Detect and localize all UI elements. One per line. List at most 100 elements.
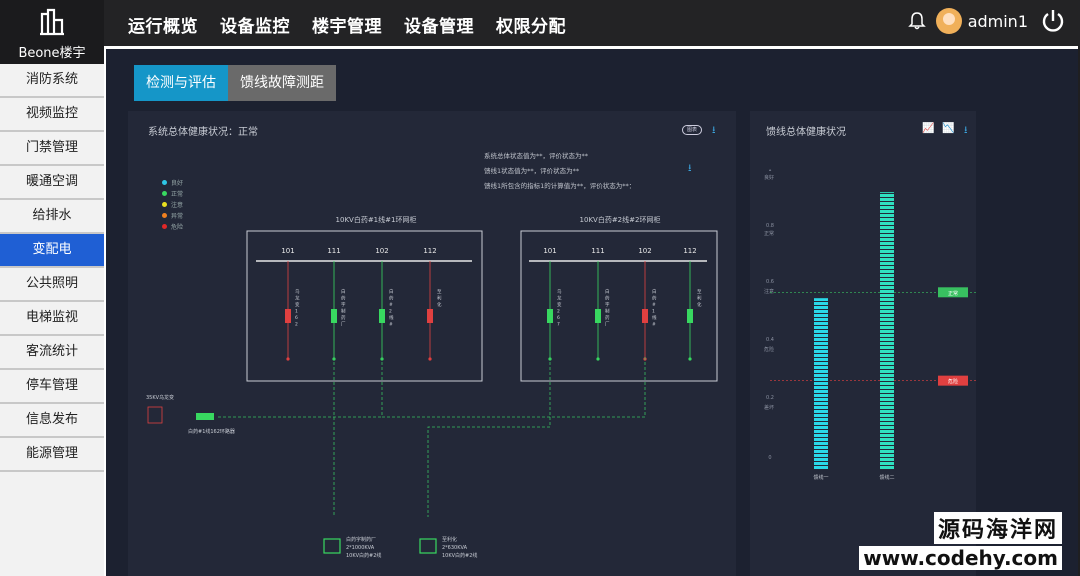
bar-segment [814, 318, 828, 321]
bar-segment [880, 242, 894, 245]
breaker-switch[interactable] [642, 309, 648, 323]
sidebar-item[interactable]: 门禁管理 [0, 132, 104, 166]
bar-segment [880, 382, 894, 385]
nav-device-monitor[interactable]: 设备监控 [220, 12, 290, 37]
cabinet1-feeders: 101乌龙变162111白药字制药厂102白药#2线#112至利化 [281, 247, 442, 361]
bar-segment [880, 234, 894, 237]
bar-segment [880, 458, 894, 461]
feeder-label-char: 厂 [341, 322, 346, 328]
feeder-end [688, 357, 692, 361]
tab-bar: 检测与评估 馈线故障测距 [134, 65, 336, 101]
bar-segment [814, 330, 828, 333]
bar-segment [814, 346, 828, 349]
bar-segment [880, 210, 894, 213]
breaker-switch[interactable] [331, 309, 337, 323]
breaker-switch[interactable] [379, 309, 385, 323]
feeder-health-chart: 10.80.60.40.20良好正常注意危险差坏正常危险馈线一 馈线二 [764, 169, 976, 481]
bar-segment [814, 458, 828, 461]
transformer-1-icon [323, 538, 341, 554]
sidebar-item[interactable]: 电梯监视 [0, 302, 104, 336]
note-line: 系统总体状态值为**，评价状态为** [484, 152, 588, 160]
nav-permission[interactable]: 权限分配 [496, 12, 566, 37]
bar-segment [880, 310, 894, 313]
status-notes: 系统总体状态值为**，评价状态为** 馈线1状态值为**，评价状态为** 馈线1… [484, 149, 635, 194]
username[interactable]: admin1 [968, 12, 1028, 31]
cabinet1-title: 10KV白药#1线#1环网柜 [336, 215, 417, 224]
sidebar-item[interactable]: 信息发布 [0, 404, 104, 438]
bar-segment [880, 450, 894, 453]
sidebar-item[interactable]: 公共照明 [0, 268, 104, 302]
breaker-switch[interactable] [547, 309, 553, 323]
note-line: 馈线1所包含的指标1的计算值为**，评价状态为**： [484, 182, 636, 190]
bar-segment [814, 426, 828, 429]
power-icon[interactable] [1040, 8, 1066, 34]
line-chart-icon[interactable]: 📈 [922, 123, 934, 134]
bar-segment [814, 378, 828, 381]
transformer-2-icon [419, 538, 437, 554]
y-tick-label: 0.6 [766, 279, 774, 285]
bar-segment [880, 350, 894, 353]
feeder-label-char: 乌 [557, 288, 562, 295]
sidebar-item[interactable]: 停车管理 [0, 370, 104, 404]
station-device: 白药#1线162环路器 [188, 428, 235, 435]
nav-building[interactable]: 楼宇管理 [312, 12, 382, 37]
sidebar-item[interactable]: 视频监控 [0, 98, 104, 132]
breaker-switch[interactable] [595, 309, 601, 323]
y-tick-label: 0.2 [766, 395, 774, 401]
bar-segment [880, 354, 894, 357]
feeder-label-char: 药 [389, 295, 394, 302]
bar-segment [880, 378, 894, 381]
download-chart-icon[interactable]: ⭳ [964, 123, 968, 140]
bar-segment [814, 370, 828, 373]
download-icon[interactable]: ⭳ [712, 123, 716, 140]
download-notes-icon[interactable]: ⭳ [688, 161, 692, 178]
bar-segment [814, 306, 828, 309]
bar-segment [814, 354, 828, 357]
breaker-switch[interactable] [285, 309, 291, 323]
bar-segment [814, 314, 828, 317]
bar-segment [814, 298, 828, 301]
bar-segment [880, 270, 894, 273]
nav-device-manage[interactable]: 设备管理 [404, 12, 474, 37]
sidebar-item[interactable]: 消防系统 [0, 64, 104, 98]
sidebar-item[interactable]: 给排水 [0, 200, 104, 234]
feeder-label-char: 利 [437, 295, 442, 302]
bar-segment [880, 282, 894, 285]
bar-segment [814, 386, 828, 389]
sidebar-item[interactable]: 暖通空调 [0, 166, 104, 200]
feeder-number: 101 [543, 247, 556, 255]
tab-detection[interactable]: 检测与评估 [134, 65, 228, 101]
breaker-switch[interactable] [427, 309, 433, 323]
feeder-label-char: 6 [557, 315, 560, 321]
bar-segment [880, 302, 894, 305]
sidebar-item[interactable]: 变配电 [0, 234, 104, 268]
breaker-162[interactable] [196, 413, 214, 420]
sidebar-item[interactable]: 客流统计 [0, 336, 104, 370]
feeder-label-char: 龙 [557, 295, 562, 302]
bar-segment [814, 342, 828, 345]
user-area: admin1 [907, 8, 1066, 34]
bell-icon[interactable] [907, 11, 926, 31]
avatar[interactable] [935, 8, 962, 34]
sidebar-item[interactable]: 能源管理 [0, 438, 104, 472]
bar-segment [880, 290, 894, 293]
breaker-switch[interactable] [687, 309, 693, 323]
trend-chart-icon[interactable]: 📉 [942, 123, 954, 134]
bar-segment [880, 406, 894, 409]
feeder-label-char: 变 [295, 301, 300, 308]
band-label: 正常 [764, 230, 774, 237]
feeder-label-char: 2 [295, 322, 298, 328]
system-health-title: 系统总体健康状况：正常 [148, 127, 258, 138]
tab-fault-location[interactable]: 馈线故障测距 [228, 65, 336, 101]
bar-segment [880, 218, 894, 221]
bar-segment [880, 250, 894, 253]
y-tick-label: 0 [768, 455, 771, 461]
bar-segment [880, 366, 894, 369]
bar-segment [880, 358, 894, 361]
nav-overview[interactable]: 运行概览 [128, 12, 198, 37]
bar-segment [814, 398, 828, 401]
chart-toggle-button[interactable]: 图表 [682, 125, 702, 135]
bar-segment [880, 306, 894, 309]
bar-segment [880, 338, 894, 341]
bar-segment [880, 246, 894, 249]
